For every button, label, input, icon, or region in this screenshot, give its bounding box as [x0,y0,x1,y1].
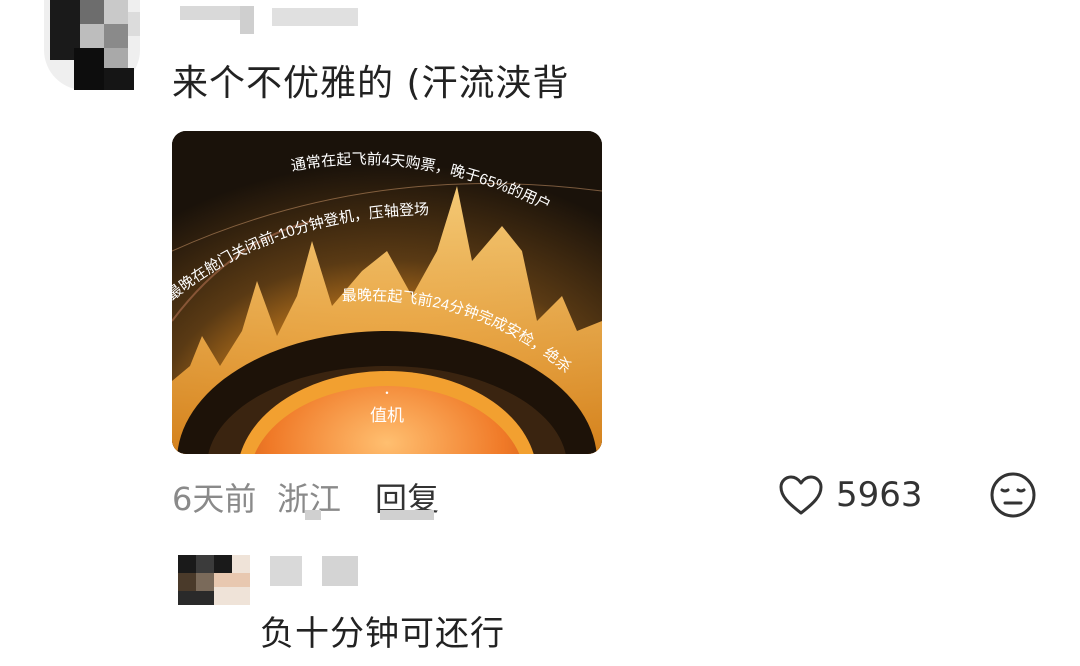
like-button[interactable]: 5963 [778,470,923,520]
comment-image[interactable]: 通常在起飞前4天购票，晚于65%的用户 最晚在舱门关闭前-10分钟登机，压轴登场… [172,131,602,454]
heart-outline-icon [779,475,823,515]
commenter-badge [272,8,358,26]
commenter-name-part [240,6,254,34]
like-count: 5963 [836,475,923,515]
reply-author-name[interactable] [270,556,302,586]
comment-text: 来个不优雅的 (汗流浃背 [172,63,570,104]
emoji-reaction-button[interactable] [988,470,1038,520]
reply-author-name-part [322,556,358,586]
reply-avatar[interactable] [178,555,250,605]
reply-text: 负十分钟可还行 [260,614,505,654]
svg-text:•: • [385,388,388,398]
commenter-avatar[interactable] [44,0,140,90]
image-center-label: 值机 [370,406,404,425]
airport-stats-graphic: 通常在起飞前4天购票，晚于65%的用户 最晚在舱门关闭前-10分钟登机，压轴登场… [172,131,602,454]
obscured-mark [305,510,321,520]
neutral-face-icon [990,472,1036,518]
obscured-mark [380,510,434,520]
comment-time: 6天前 [172,480,257,518]
